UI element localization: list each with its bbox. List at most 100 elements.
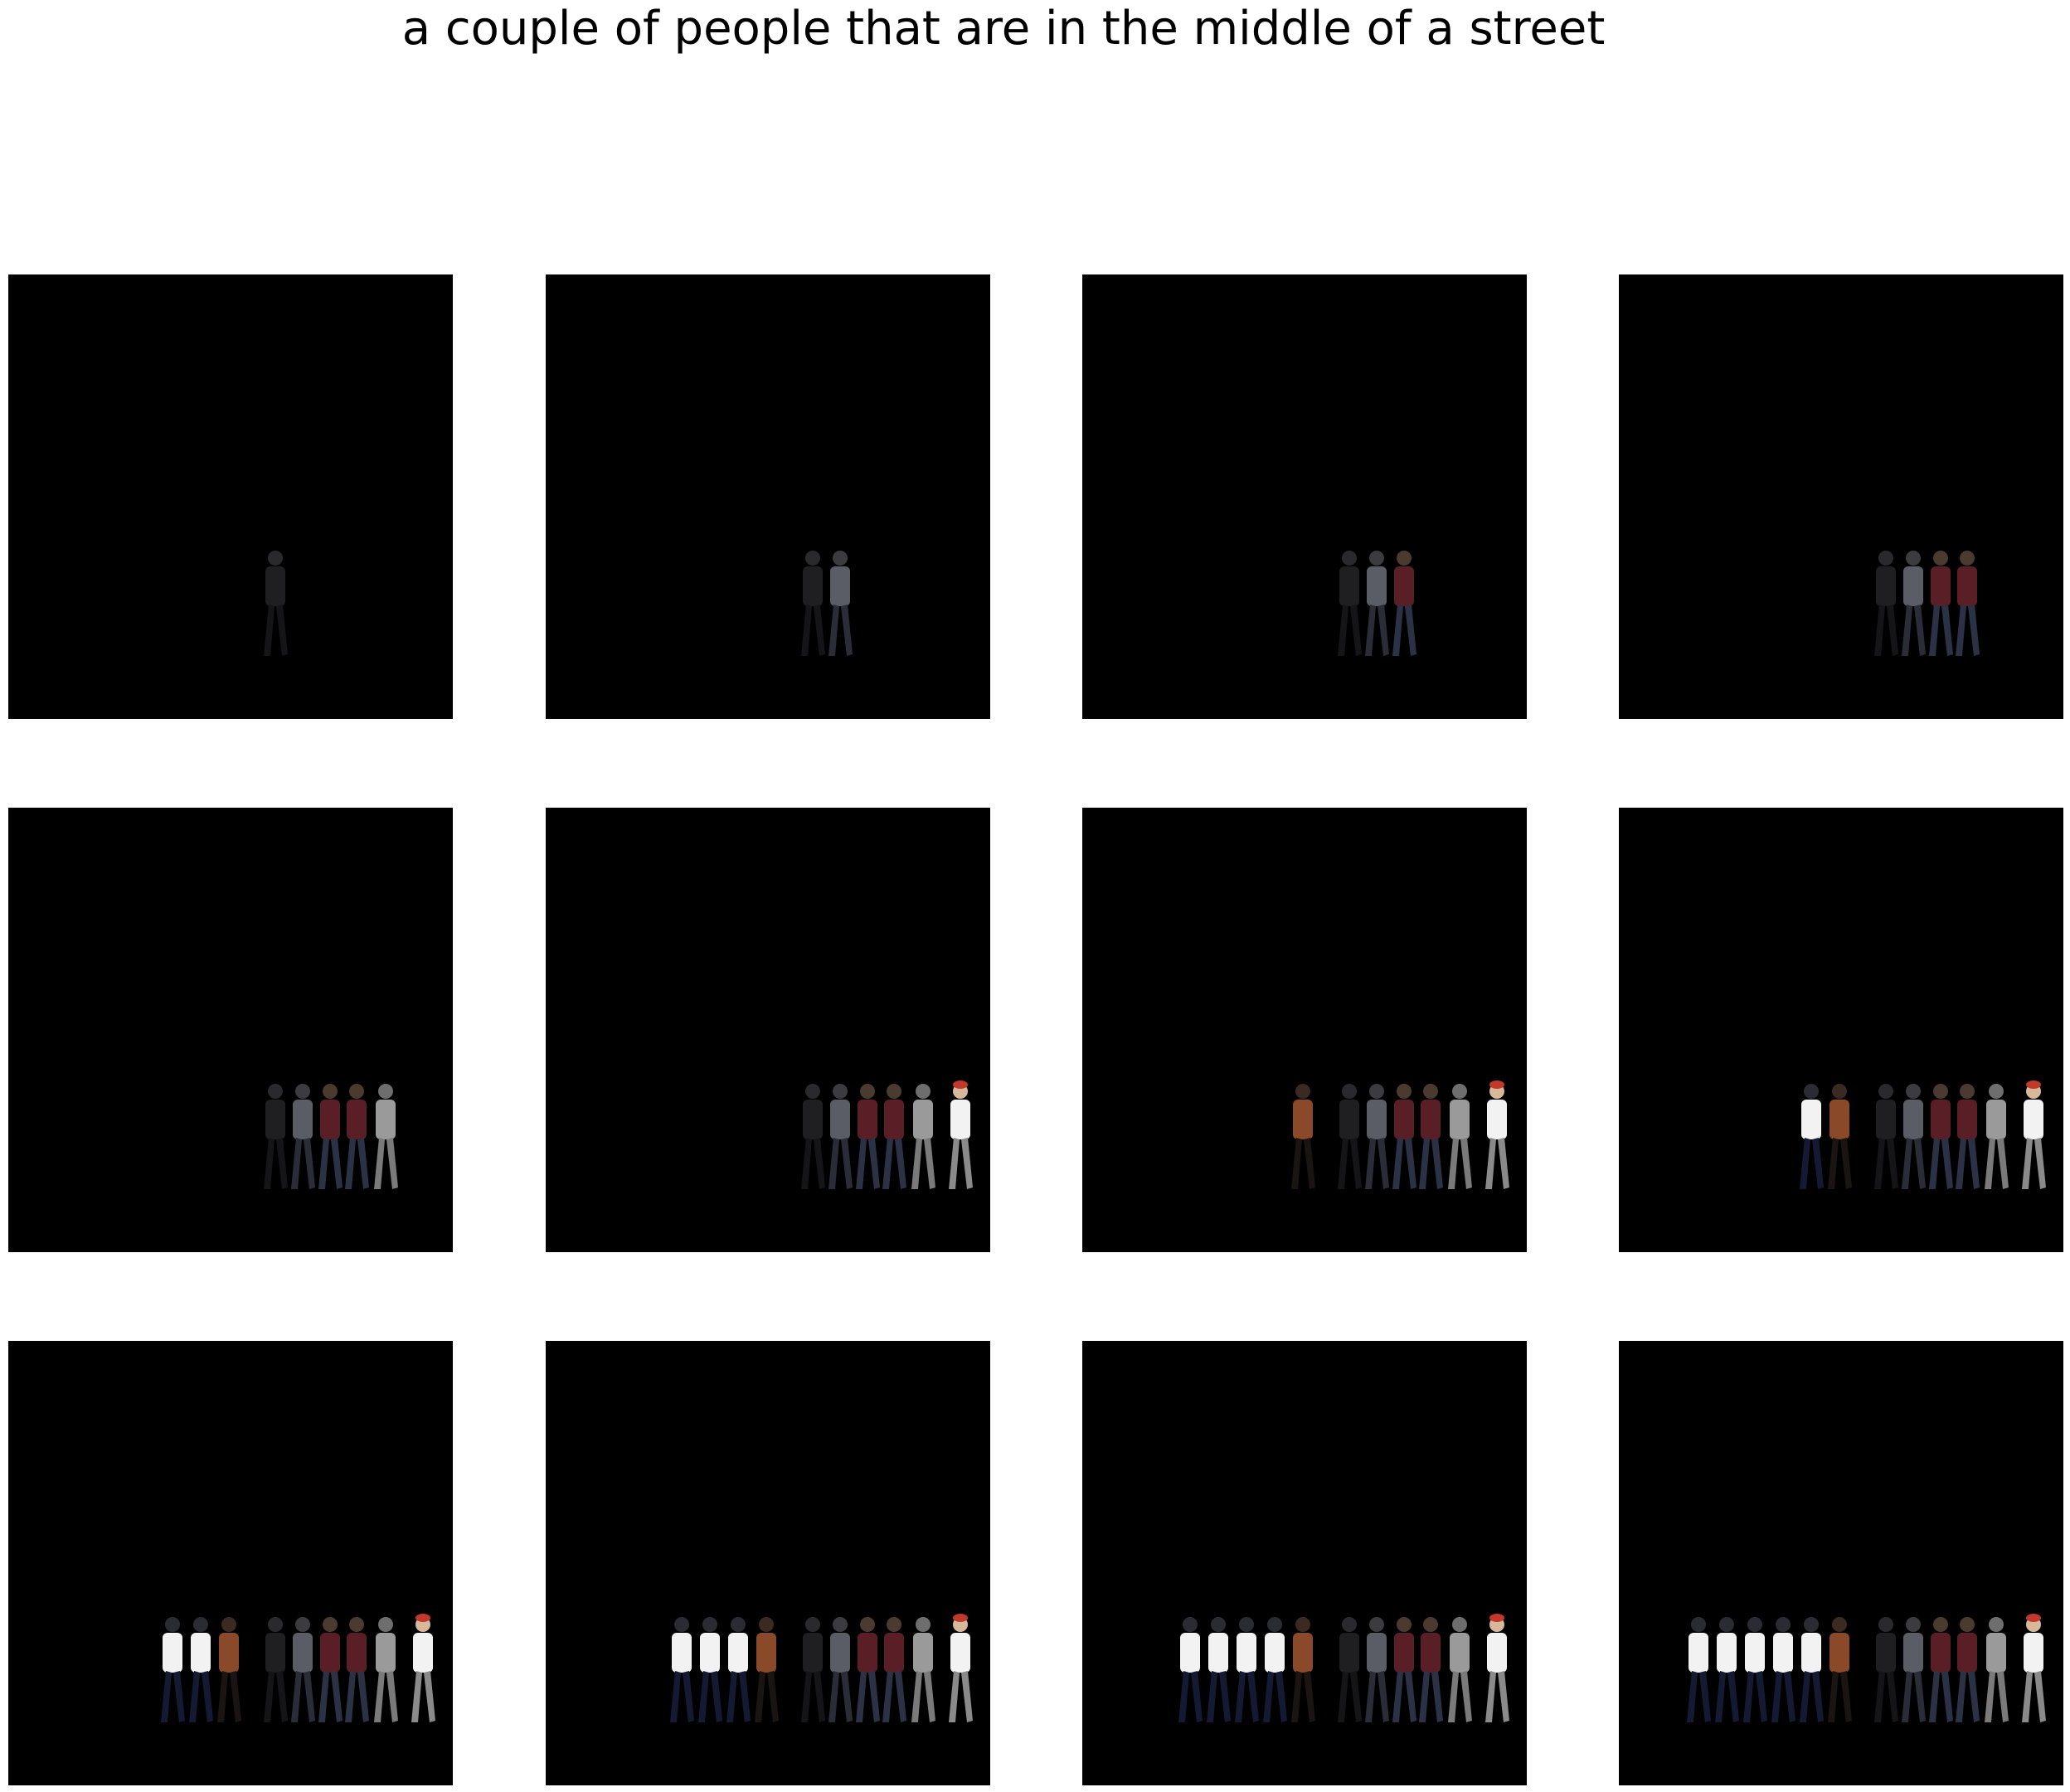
frame-panel-6 — [546, 808, 990, 1252]
walking-person — [1902, 551, 1926, 656]
walking-person — [949, 1614, 973, 1722]
walking-person — [1956, 1617, 1980, 1722]
walking-person — [1338, 1617, 1362, 1722]
walking-person — [2022, 1614, 2046, 1722]
walking-person — [1771, 1617, 1795, 1722]
frame-panel-4 — [1619, 274, 2063, 719]
walking-person — [1902, 1617, 1926, 1722]
frame-panel-3 — [1082, 274, 1527, 719]
frame-scene — [1800, 1081, 2046, 1189]
walking-person — [1985, 1617, 2009, 1722]
frame-scene — [264, 551, 288, 656]
frame-panel-1 — [8, 274, 453, 719]
frame-scene — [801, 551, 853, 656]
frame-panel-10 — [546, 1341, 990, 1785]
walking-person — [345, 1084, 369, 1189]
walking-person — [1874, 551, 1898, 656]
walking-person — [1800, 1084, 1824, 1189]
walking-person — [1235, 1617, 1259, 1722]
walking-person — [345, 1617, 369, 1722]
walking-person — [1263, 1617, 1287, 1722]
frame-panel-12 — [1619, 1341, 2063, 1785]
walking-person — [670, 1617, 694, 1722]
walking-person — [291, 1617, 315, 1722]
walking-person — [1687, 1617, 1711, 1722]
walking-person — [1743, 1617, 1767, 1722]
walking-person — [828, 1084, 853, 1189]
walking-person — [1485, 1081, 1509, 1189]
walking-person — [1985, 1084, 2009, 1189]
walking-person — [1419, 1617, 1443, 1722]
walking-person — [1291, 1084, 1315, 1189]
walking-person — [856, 1617, 880, 1722]
walking-person — [1448, 1084, 1472, 1189]
walking-person — [1902, 1084, 1926, 1189]
frame-panel-5 — [8, 808, 453, 1252]
walking-person — [411, 1614, 435, 1722]
walking-person — [1715, 1617, 1739, 1722]
walking-person — [1419, 1084, 1443, 1189]
walking-person — [374, 1084, 398, 1189]
walking-person — [291, 1084, 315, 1189]
walking-person — [801, 1084, 825, 1189]
walking-person — [828, 1617, 853, 1722]
walking-person — [1178, 1617, 1203, 1722]
frame-scene — [801, 1081, 973, 1189]
walking-person — [1956, 551, 1980, 656]
frame-panel-2 — [546, 274, 990, 719]
frame-scene — [670, 1614, 973, 1722]
walking-person — [1207, 1617, 1231, 1722]
frame-scene — [1291, 1081, 1509, 1189]
walking-person — [1365, 1617, 1389, 1722]
walking-person — [1448, 1617, 1472, 1722]
walking-person — [1365, 1084, 1389, 1189]
walking-person — [1291, 1617, 1315, 1722]
walking-person — [1929, 551, 1953, 656]
walking-person — [318, 1084, 343, 1189]
walking-person — [318, 1617, 343, 1722]
walking-person — [1365, 551, 1389, 656]
frame-scene — [1874, 551, 1980, 656]
frame-panel-11 — [1082, 1341, 1527, 1785]
frame-grid — [0, 0, 2070, 1792]
walking-person — [911, 1617, 935, 1722]
walking-person — [264, 1617, 288, 1722]
walking-person — [882, 1617, 906, 1722]
frame-panel-9 — [8, 1341, 453, 1785]
walking-person — [949, 1081, 973, 1189]
walking-person — [1874, 1617, 1898, 1722]
walking-person — [911, 1084, 935, 1189]
walking-person — [801, 1617, 825, 1722]
walking-person — [1392, 1084, 1416, 1189]
walking-person — [1392, 551, 1416, 656]
walking-person — [189, 1617, 213, 1722]
walking-person — [801, 551, 825, 656]
frame-scene — [1178, 1614, 1509, 1722]
walking-person — [1392, 1617, 1416, 1722]
walking-person — [1929, 1084, 1953, 1189]
walking-person — [1956, 1084, 1980, 1189]
frame-scene — [161, 1614, 435, 1722]
frame-panel-7 — [1082, 808, 1527, 1252]
walking-person — [1338, 1084, 1362, 1189]
walking-person — [882, 1084, 906, 1189]
walking-person — [698, 1617, 722, 1722]
walking-person — [264, 551, 288, 656]
walking-person — [217, 1617, 241, 1722]
walking-person — [828, 551, 853, 656]
frame-scene — [1338, 551, 1416, 656]
walking-person — [374, 1617, 398, 1722]
walking-person — [1828, 1084, 1852, 1189]
walking-person — [1800, 1617, 1824, 1722]
frame-scene — [1687, 1614, 2046, 1722]
frame-scene — [264, 1084, 398, 1189]
walking-person — [2022, 1081, 2046, 1189]
walking-person — [1338, 551, 1362, 656]
walking-person — [161, 1617, 185, 1722]
walking-person — [1485, 1614, 1509, 1722]
frame-panel-8 — [1619, 808, 2063, 1252]
walking-person — [755, 1617, 779, 1722]
walking-person — [1929, 1617, 1953, 1722]
walking-person — [1874, 1084, 1898, 1189]
walking-person — [726, 1617, 751, 1722]
